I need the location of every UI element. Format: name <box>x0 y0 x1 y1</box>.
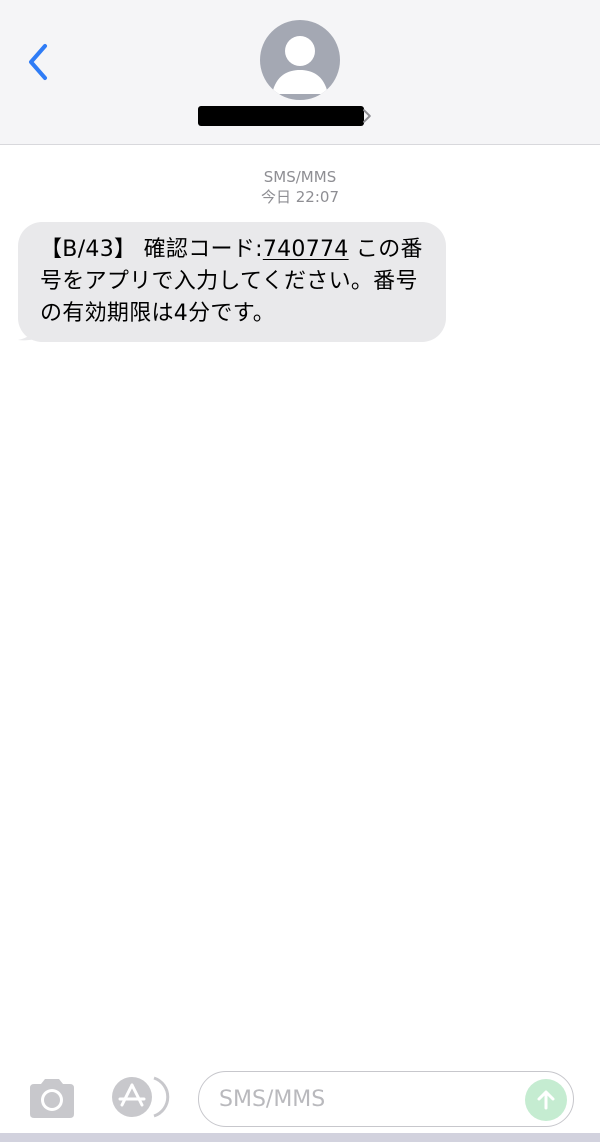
message-input[interactable]: SMS/MMS <box>198 1071 574 1127</box>
contact-name-button[interactable] <box>198 104 372 128</box>
chevron-right-icon <box>363 109 372 123</box>
messages-screen: SMS/MMS 今日 22:07 【B/43】 確認コード:740774 この番… <box>0 0 600 1142</box>
app-store-button[interactable] <box>110 1074 170 1120</box>
chevron-left-icon <box>29 44 47 80</box>
message-timestamp: 今日 22:07 <box>261 188 339 206</box>
person-silhouette-icon <box>272 36 328 94</box>
verification-code-link[interactable]: 740774 <box>263 237 349 262</box>
send-button[interactable] <box>525 1079 567 1121</box>
message-row: 【B/43】 確認コード:740774 この番号をアプリで入力してください。番号… <box>18 222 446 342</box>
camera-button[interactable] <box>26 1076 78 1120</box>
message-input-placeholder: SMS/MMS <box>219 1087 326 1112</box>
incoming-message-bubble[interactable]: 【B/43】 確認コード:740774 この番号をアプリで入力してください。番号… <box>18 222 446 342</box>
contact-name-redacted <box>198 106 365 126</box>
arrow-up-icon <box>537 1090 555 1110</box>
service-label: SMS/MMS <box>263 168 337 186</box>
conversation-header <box>0 0 600 145</box>
back-button[interactable] <box>18 40 58 84</box>
message-prefix: 【B/43】 確認コード: <box>40 237 263 262</box>
contact-avatar[interactable] <box>260 20 340 100</box>
bottom-edge-strip <box>0 1133 600 1142</box>
camera-icon <box>30 1079 74 1118</box>
message-meta: SMS/MMS 今日 22:07 <box>0 167 600 207</box>
message-input-bar: SMS/MMS <box>0 1062 600 1132</box>
app-store-icon <box>112 1076 170 1118</box>
